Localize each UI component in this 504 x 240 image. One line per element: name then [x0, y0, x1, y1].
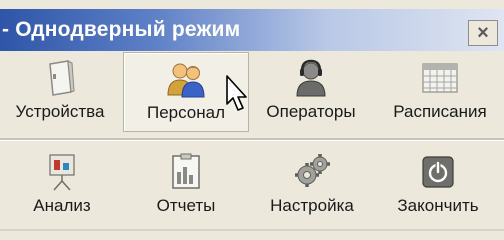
operators-label: Операторы: [266, 102, 356, 121]
calendar-grid-icon: [422, 63, 458, 93]
gears-icon: [295, 154, 330, 187]
app-window: - Однодверный режим × Устройства Персона…: [0, 0, 504, 240]
finish-label: Закончить: [397, 196, 479, 215]
power-icon: [422, 156, 454, 188]
operator-headset-icon: [296, 59, 326, 97]
door-panel-icon: [49, 60, 75, 96]
schedules-label: Расписания: [393, 102, 487, 121]
operators-button[interactable]: Операторы: [250, 52, 372, 132]
reports-button[interactable]: Отчеты: [126, 146, 246, 226]
presentation-board-icon: [49, 154, 75, 191]
title-bar[interactable]: - Однодверный режим ×: [0, 9, 504, 51]
settings-button[interactable]: Настройка: [250, 146, 374, 226]
devices-button[interactable]: Устройства: [0, 52, 120, 132]
toolbar-divider: [0, 138, 504, 141]
people-icon: [167, 63, 205, 98]
finish-button[interactable]: Закончить: [376, 146, 500, 226]
reports-label: Отчеты: [156, 196, 216, 215]
window-bottom-edge: [0, 229, 504, 231]
analysis-label: Анализ: [33, 196, 91, 215]
toolbar-bottom: Анализ Отчеты Настройка Закончить: [0, 145, 504, 229]
close-button[interactable]: ×: [468, 20, 498, 46]
analysis-button[interactable]: Анализ: [0, 146, 124, 226]
report-chart-icon: [172, 153, 200, 189]
schedules-button[interactable]: Расписания: [376, 52, 504, 132]
toolbar-top: Устройства Персонал Операторы Расписания: [0, 51, 504, 135]
mouse-cursor-icon: [226, 75, 247, 111]
settings-label: Настройка: [270, 196, 354, 215]
devices-label: Устройства: [15, 102, 105, 121]
window-title: - Однодверный режим: [2, 18, 241, 41]
